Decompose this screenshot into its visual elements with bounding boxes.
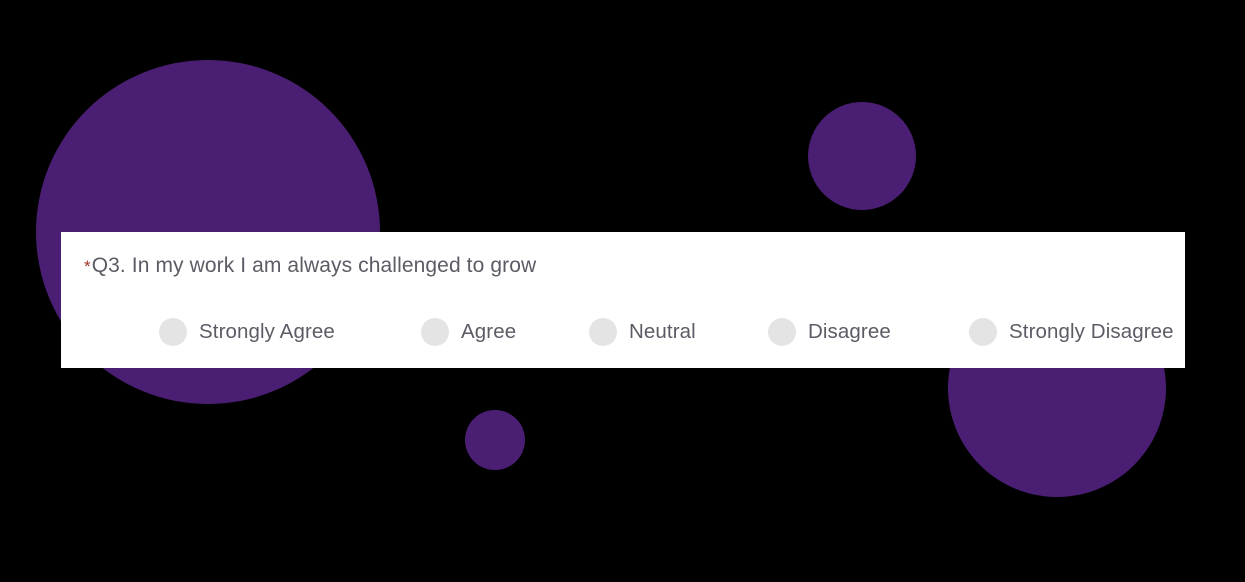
required-asterisk-icon: *	[84, 257, 91, 276]
answer-options-group: Strongly Agree Agree Neutral Disagree Strong…	[61, 312, 1185, 352]
answer-option-label: Strongly Agree	[199, 320, 335, 343]
question-card: *Q3. In my work I am always challenged t…	[61, 232, 1185, 368]
answer-option-4[interactable]: Strongly Disagree	[969, 312, 1174, 352]
answer-option-label: Agree	[461, 320, 517, 343]
radio-button-icon[interactable]	[159, 318, 187, 346]
small-bottom-center-circle	[465, 410, 525, 470]
radio-button-icon[interactable]	[969, 318, 997, 346]
answer-option-label: Strongly Disagree	[1009, 320, 1174, 343]
answer-option-3[interactable]: Disagree	[768, 312, 891, 352]
small-top-right-circle	[808, 102, 916, 210]
radio-button-icon[interactable]	[421, 318, 449, 346]
answer-option-label: Disagree	[808, 320, 891, 343]
answer-option-2[interactable]: Neutral	[589, 312, 696, 352]
radio-button-icon[interactable]	[589, 318, 617, 346]
radio-button-icon[interactable]	[768, 318, 796, 346]
question-text: Q3. In my work I am always challenged to…	[91, 254, 537, 277]
answer-option-1[interactable]: Agree	[421, 312, 516, 352]
survey-page: *Q3. In my work I am always challenged t…	[0, 0, 1245, 582]
question-title: *Q3. In my work I am always challenged t…	[84, 252, 536, 280]
answer-option-0[interactable]: Strongly Agree	[159, 312, 335, 352]
answer-option-label: Neutral	[629, 320, 696, 343]
